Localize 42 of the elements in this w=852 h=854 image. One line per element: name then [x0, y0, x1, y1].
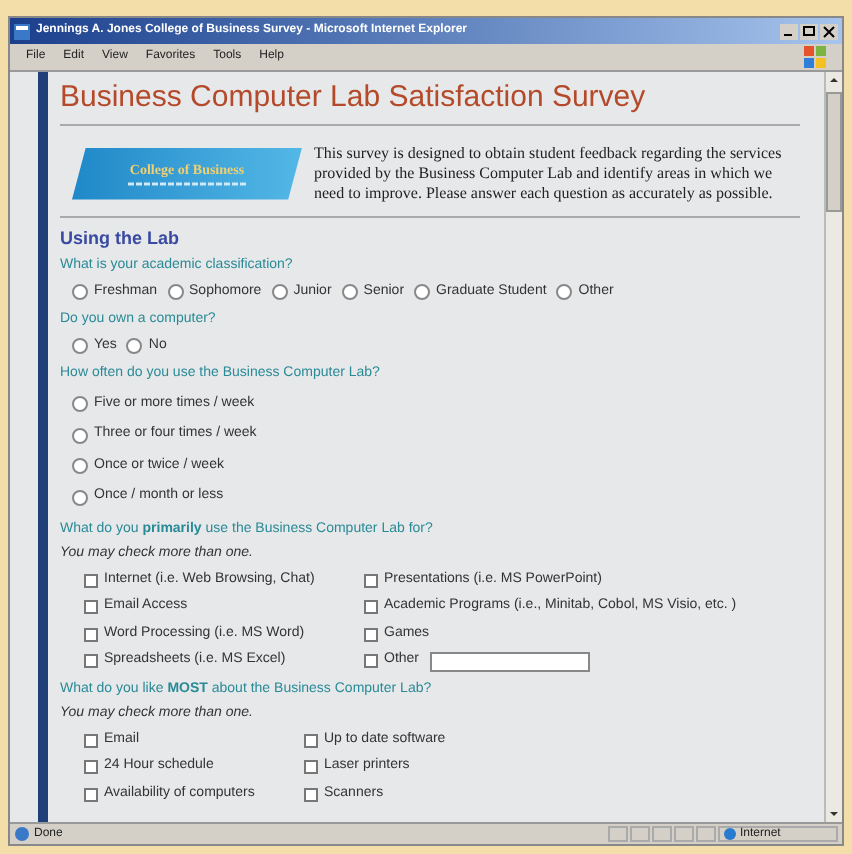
intro-text: This survey is designed to obtain student feedback regarding the services provided by the Business Computer Lab and identify areas in which we need to improve. Please answer each question as accurately as possible.	[314, 143, 784, 204]
radio-button[interactable]	[126, 338, 143, 354]
other-field[interactable]	[429, 651, 590, 671]
radio-button[interactable]	[271, 284, 288, 300]
checkbox[interactable]	[84, 733, 98, 747]
checkbox[interactable]	[84, 600, 98, 614]
globe-icon	[724, 828, 736, 840]
scroll-up-icon[interactable]	[826, 72, 842, 88]
checkbox[interactable]	[84, 573, 98, 587]
windows-logo-icon	[804, 46, 826, 68]
checkbox[interactable]	[304, 733, 318, 747]
checkbox[interactable]	[364, 600, 378, 614]
close-icon[interactable]	[820, 23, 838, 39]
page-heading: Business Computer Lab Satisfaction Survey	[60, 80, 648, 118]
radio-button[interactable]	[167, 284, 184, 300]
checkbox[interactable]	[364, 654, 378, 668]
scroll-down-icon[interactable]	[826, 806, 842, 822]
radio-button[interactable]	[72, 427, 88, 443]
radio-button[interactable]	[72, 338, 88, 354]
checkbox[interactable]	[364, 627, 378, 641]
radio-button[interactable]	[72, 284, 88, 300]
radio-button[interactable]	[414, 284, 431, 300]
scrollbar[interactable]	[824, 72, 842, 822]
checkbox[interactable]	[84, 760, 98, 774]
page-icon	[14, 826, 30, 842]
radio-button[interactable]	[72, 396, 88, 412]
radio-button[interactable]	[341, 284, 358, 300]
scroll-thumb[interactable]	[826, 92, 842, 212]
maximize-icon[interactable]	[800, 23, 818, 39]
minimize-icon[interactable]	[780, 23, 798, 39]
radio-button[interactable]	[72, 458, 88, 474]
checkbox[interactable]	[304, 760, 318, 774]
radio-button[interactable]	[72, 489, 88, 505]
checkbox[interactable]	[84, 627, 98, 641]
browser-icon	[14, 23, 30, 39]
checkbox[interactable]	[304, 787, 318, 801]
checkbox[interactable]	[364, 573, 378, 587]
section-heading: Using the Lab	[60, 225, 182, 252]
logo-stripe-icon	[127, 180, 247, 188]
radio-button[interactable]	[556, 284, 573, 300]
checkbox[interactable]	[84, 787, 98, 801]
checkbox[interactable]	[84, 654, 98, 668]
